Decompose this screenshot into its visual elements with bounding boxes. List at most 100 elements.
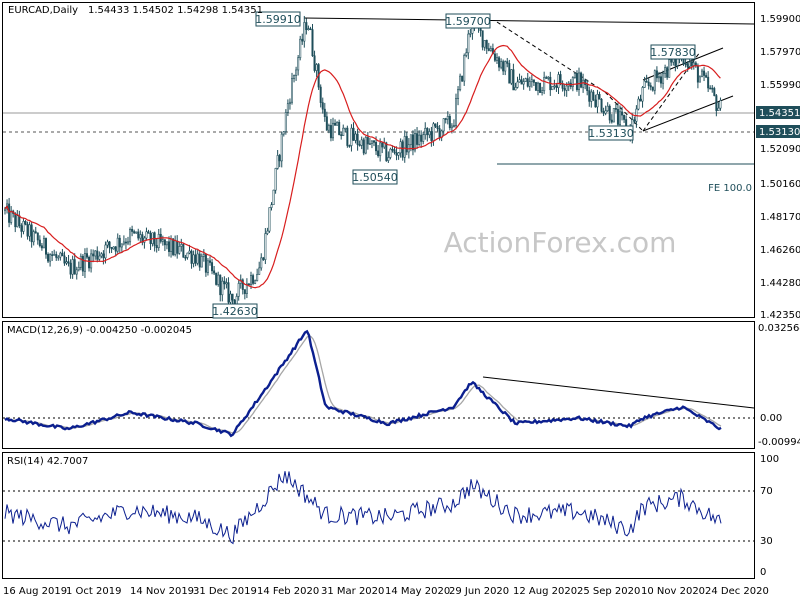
- candle-body: [643, 80, 646, 88]
- candle-body: [405, 136, 408, 153]
- candle: [561, 80, 564, 92]
- candle-body: [649, 85, 652, 88]
- candle: [633, 116, 636, 124]
- candle: [596, 89, 599, 114]
- candle-body: [122, 241, 125, 245]
- candle: [63, 251, 66, 266]
- candle-body: [83, 253, 86, 272]
- price-panel-title-symbol: EURCAD,Daily: [8, 5, 78, 16]
- price-tick: 1.44280: [760, 278, 800, 289]
- candle-body: [327, 125, 330, 131]
- candle: [416, 127, 419, 149]
- candle: [116, 233, 119, 254]
- candle-body: [243, 289, 246, 294]
- candle: [459, 73, 462, 92]
- candle-body: [77, 267, 80, 271]
- candle-body: [664, 67, 667, 74]
- candle: [530, 74, 533, 88]
- candle: [211, 258, 214, 275]
- candle-body: [690, 61, 693, 66]
- candle: [206, 258, 209, 276]
- candle-body: [336, 121, 339, 126]
- candle-body: [65, 261, 68, 264]
- candle: [635, 105, 638, 128]
- candle-body: [506, 61, 509, 64]
- candle: [713, 86, 716, 97]
- candle: [196, 249, 199, 266]
- candle-body: [147, 231, 150, 234]
- candle-body: [602, 111, 605, 114]
- date-tick: 14 Nov 2019: [130, 586, 194, 597]
- candle: [280, 131, 283, 168]
- candle: [26, 221, 29, 240]
- level-label-low: 1.42630: [212, 305, 258, 318]
- candle: [346, 125, 349, 148]
- candle: [18, 210, 21, 229]
- candle-body: [536, 82, 539, 91]
- candle: [252, 273, 255, 286]
- candle: [16, 210, 19, 228]
- rsi-tick: 0: [760, 567, 766, 578]
- candle-body: [305, 22, 308, 30]
- candle: [254, 279, 257, 285]
- candle-body: [163, 239, 166, 246]
- candle-body: [500, 61, 503, 68]
- candle: [42, 235, 45, 249]
- candle-body: [571, 77, 574, 88]
- candle: [372, 140, 375, 147]
- candle-body: [450, 125, 453, 129]
- candle-body: [346, 127, 349, 146]
- candle-body: [28, 224, 31, 237]
- candle: [28, 221, 31, 242]
- candle-body: [409, 134, 412, 146]
- candle-body: [459, 75, 462, 90]
- candle-body: [286, 103, 289, 113]
- candle-body: [133, 231, 136, 234]
- candle: [331, 117, 334, 141]
- candle: [30, 221, 33, 248]
- candle: [334, 119, 337, 126]
- candle-body: [668, 59, 671, 78]
- candle-body: [651, 86, 654, 91]
- candle: [350, 124, 353, 152]
- candle: [53, 249, 56, 256]
- candle-body: [545, 77, 548, 79]
- candle-body: [334, 122, 337, 126]
- candle: [526, 72, 529, 88]
- candle-body: [176, 240, 179, 254]
- candle: [528, 76, 531, 91]
- candle: [147, 229, 150, 234]
- candle: [659, 72, 662, 88]
- candle-body: [295, 69, 298, 76]
- candle: [397, 152, 400, 160]
- candle-body: [215, 272, 218, 285]
- candle: [336, 121, 339, 126]
- candle-body: [231, 293, 234, 301]
- candle: [262, 256, 265, 261]
- candle-body: [446, 116, 449, 120]
- candle-body: [278, 155, 281, 162]
- candle-body: [616, 109, 619, 125]
- candle-body: [237, 283, 240, 297]
- candle-body: [190, 250, 193, 264]
- candle: [231, 293, 234, 305]
- candle: [545, 75, 548, 79]
- candle-body: [266, 230, 269, 234]
- candle-body: [381, 142, 384, 148]
- candle: [703, 66, 706, 82]
- candle: [44, 237, 47, 259]
- candle-body: [71, 259, 74, 275]
- candle-body: [227, 282, 230, 303]
- candle-body: [102, 253, 105, 259]
- candle-body: [705, 75, 708, 78]
- rsi-tick: 100: [760, 454, 779, 465]
- candle: [424, 122, 427, 140]
- candle-body: [229, 293, 232, 303]
- candle: [481, 30, 484, 51]
- price-tick: 1.50160: [760, 179, 800, 190]
- candle-body: [463, 55, 466, 82]
- candle: [327, 123, 330, 134]
- candle: [98, 251, 101, 262]
- candle: [645, 74, 648, 83]
- candle: [77, 261, 80, 272]
